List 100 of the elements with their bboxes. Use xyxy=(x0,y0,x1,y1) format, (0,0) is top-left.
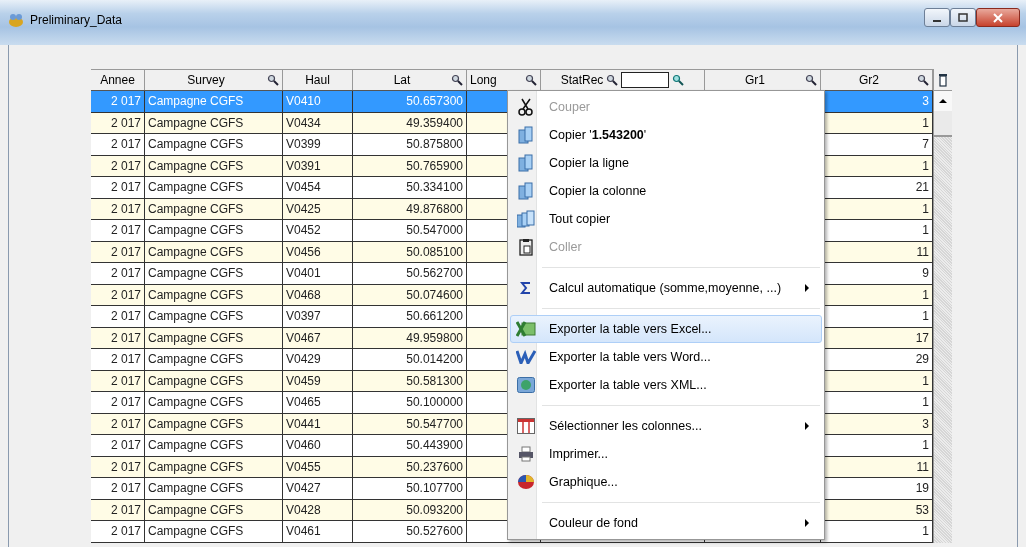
gr2-cell: 1 xyxy=(922,158,929,173)
survey-cell: Campagne CGFS xyxy=(148,94,244,109)
menu-item-label: Copier la colonne xyxy=(548,184,648,198)
menu-item-label: Copier '1.543200' xyxy=(548,128,648,142)
latitude-cell: 49.359400 xyxy=(406,115,463,130)
haul-cell: V0459 xyxy=(286,373,321,388)
survey-cell: Campagne CGFS xyxy=(148,416,244,431)
latitude-cell: 50.237600 xyxy=(406,459,463,474)
survey-cell: Campagne CGFS xyxy=(148,287,244,302)
latitude-cell: 50.093200 xyxy=(406,502,463,517)
survey-cell: Campagne CGFS xyxy=(148,180,244,195)
survey-cell: Campagne CGFS xyxy=(148,137,244,152)
gr2-cell: 53 xyxy=(915,502,929,517)
menu-item-label: Sélectionner les colonnes... xyxy=(548,419,703,433)
latitude-cell: 50.562700 xyxy=(406,266,463,281)
gr2-cell: 7 xyxy=(922,137,929,152)
menu-item-label: Calcul automatique (somme,moyenne, ...) xyxy=(548,281,783,295)
year-cell: 2 017 xyxy=(110,330,141,345)
survey-cell: Campagne CGFS xyxy=(148,438,244,453)
gr2-cell: 1 xyxy=(922,287,929,302)
haul-cell: V0428 xyxy=(286,502,321,517)
year-cell: 2 017 xyxy=(110,352,141,367)
latitude-cell: 49.876800 xyxy=(406,201,463,216)
gr2-cell: 11 xyxy=(916,244,929,259)
gr2-cell: 1 xyxy=(922,201,929,216)
survey-cell: Campagne CGFS xyxy=(148,115,244,130)
menu-item-label: Graphique... xyxy=(548,475,619,489)
haul-cell: V0461 xyxy=(286,524,321,539)
year-cell: 2 017 xyxy=(110,395,141,410)
survey-cell: Campagne CGFS xyxy=(148,373,244,388)
latitude-cell: 50.661200 xyxy=(406,309,463,324)
survey-cell: Campagne CGFS xyxy=(148,481,244,496)
survey-cell: Campagne CGFS xyxy=(148,244,244,259)
latitude-cell: 50.100000 xyxy=(406,395,463,410)
menu-item-label: Exporter la table vers Word... xyxy=(548,350,712,364)
latitude-cell: 50.107700 xyxy=(406,481,463,496)
gr2-cell: 3 xyxy=(922,416,929,431)
window-title: Preliminary_Data xyxy=(30,12,123,27)
haul-cell: V0460 xyxy=(286,438,321,453)
latitude-cell: 50.657300 xyxy=(406,94,463,109)
latitude-cell: 50.527600 xyxy=(406,524,463,539)
haul-cell: V0455 xyxy=(286,459,321,474)
gr2-cell: 1 xyxy=(922,223,929,238)
gr2-cell: 29 xyxy=(915,352,929,367)
haul-cell: V0454 xyxy=(286,180,321,195)
year-cell: 2 017 xyxy=(110,137,141,152)
gr2-cell: 1 xyxy=(922,524,929,539)
haul-cell: V0468 xyxy=(286,287,321,302)
latitude-cell: 50.334100 xyxy=(406,180,463,195)
year-cell: 2 017 xyxy=(110,459,141,474)
haul-cell: V0410 xyxy=(286,94,321,109)
latitude-cell: 50.581300 xyxy=(406,373,463,388)
menu-item-label: Exporter la table vers Excel... xyxy=(548,322,713,336)
menu-item-label: Copier la ligne xyxy=(548,156,630,170)
survey-cell: Campagne CGFS xyxy=(148,395,244,410)
year-cell: 2 017 xyxy=(110,223,141,238)
latitude-cell: 50.014200 xyxy=(406,352,463,367)
gr2-cell: 11 xyxy=(916,459,929,474)
gr2-cell: 3 xyxy=(922,94,929,109)
year-cell: 2 017 xyxy=(110,373,141,388)
latitude-cell: 50.443900 xyxy=(406,438,463,453)
survey-cell: Campagne CGFS xyxy=(148,223,244,238)
haul-cell: V0427 xyxy=(286,481,321,496)
haul-cell: V0452 xyxy=(286,223,321,238)
haul-cell: V0401 xyxy=(286,266,321,281)
survey-cell: Campagne CGFS xyxy=(148,158,244,173)
menu-item-label: Couper xyxy=(548,100,591,114)
year-cell: 2 017 xyxy=(110,481,141,496)
year-cell: 2 017 xyxy=(110,244,141,259)
survey-cell: Campagne CGFS xyxy=(148,459,244,474)
year-cell: 2 017 xyxy=(110,115,141,130)
year-cell: 2 017 xyxy=(110,309,141,324)
menu-item-label: Imprimer... xyxy=(548,447,610,461)
gr2-cell: 1 xyxy=(922,373,929,388)
latitude-cell: 49.959800 xyxy=(406,330,463,345)
haul-cell: V0441 xyxy=(286,416,321,431)
year-cell: 2 017 xyxy=(110,266,141,281)
year-cell: 2 017 xyxy=(110,524,141,539)
year-cell: 2 017 xyxy=(110,287,141,302)
latitude-cell: 50.547700 xyxy=(406,416,463,431)
survey-cell: Campagne CGFS xyxy=(148,502,244,517)
menu-item-label: Coller xyxy=(548,240,583,254)
year-cell: 2 017 xyxy=(110,180,141,195)
haul-cell: V0429 xyxy=(286,352,321,367)
haul-cell: V0467 xyxy=(286,330,321,345)
year-cell: 2 017 xyxy=(110,416,141,431)
year-cell: 2 017 xyxy=(110,438,141,453)
haul-cell: V0397 xyxy=(286,309,321,324)
year-cell: 2 017 xyxy=(110,201,141,216)
gr2-cell: 1 xyxy=(922,438,929,453)
gr2-cell: 9 xyxy=(922,266,929,281)
gr2-cell: 21 xyxy=(915,180,929,195)
latitude-cell: 50.074600 xyxy=(406,287,463,302)
gr2-cell: 19 xyxy=(915,481,929,496)
menu-item-label: Couleur de fond xyxy=(548,516,639,530)
year-cell: 2 017 xyxy=(110,158,141,173)
latitude-cell: 50.085100 xyxy=(406,244,463,259)
menu-item-label: Tout copier xyxy=(548,212,612,226)
haul-cell: V0391 xyxy=(286,158,321,173)
year-cell: 2 017 xyxy=(110,502,141,517)
